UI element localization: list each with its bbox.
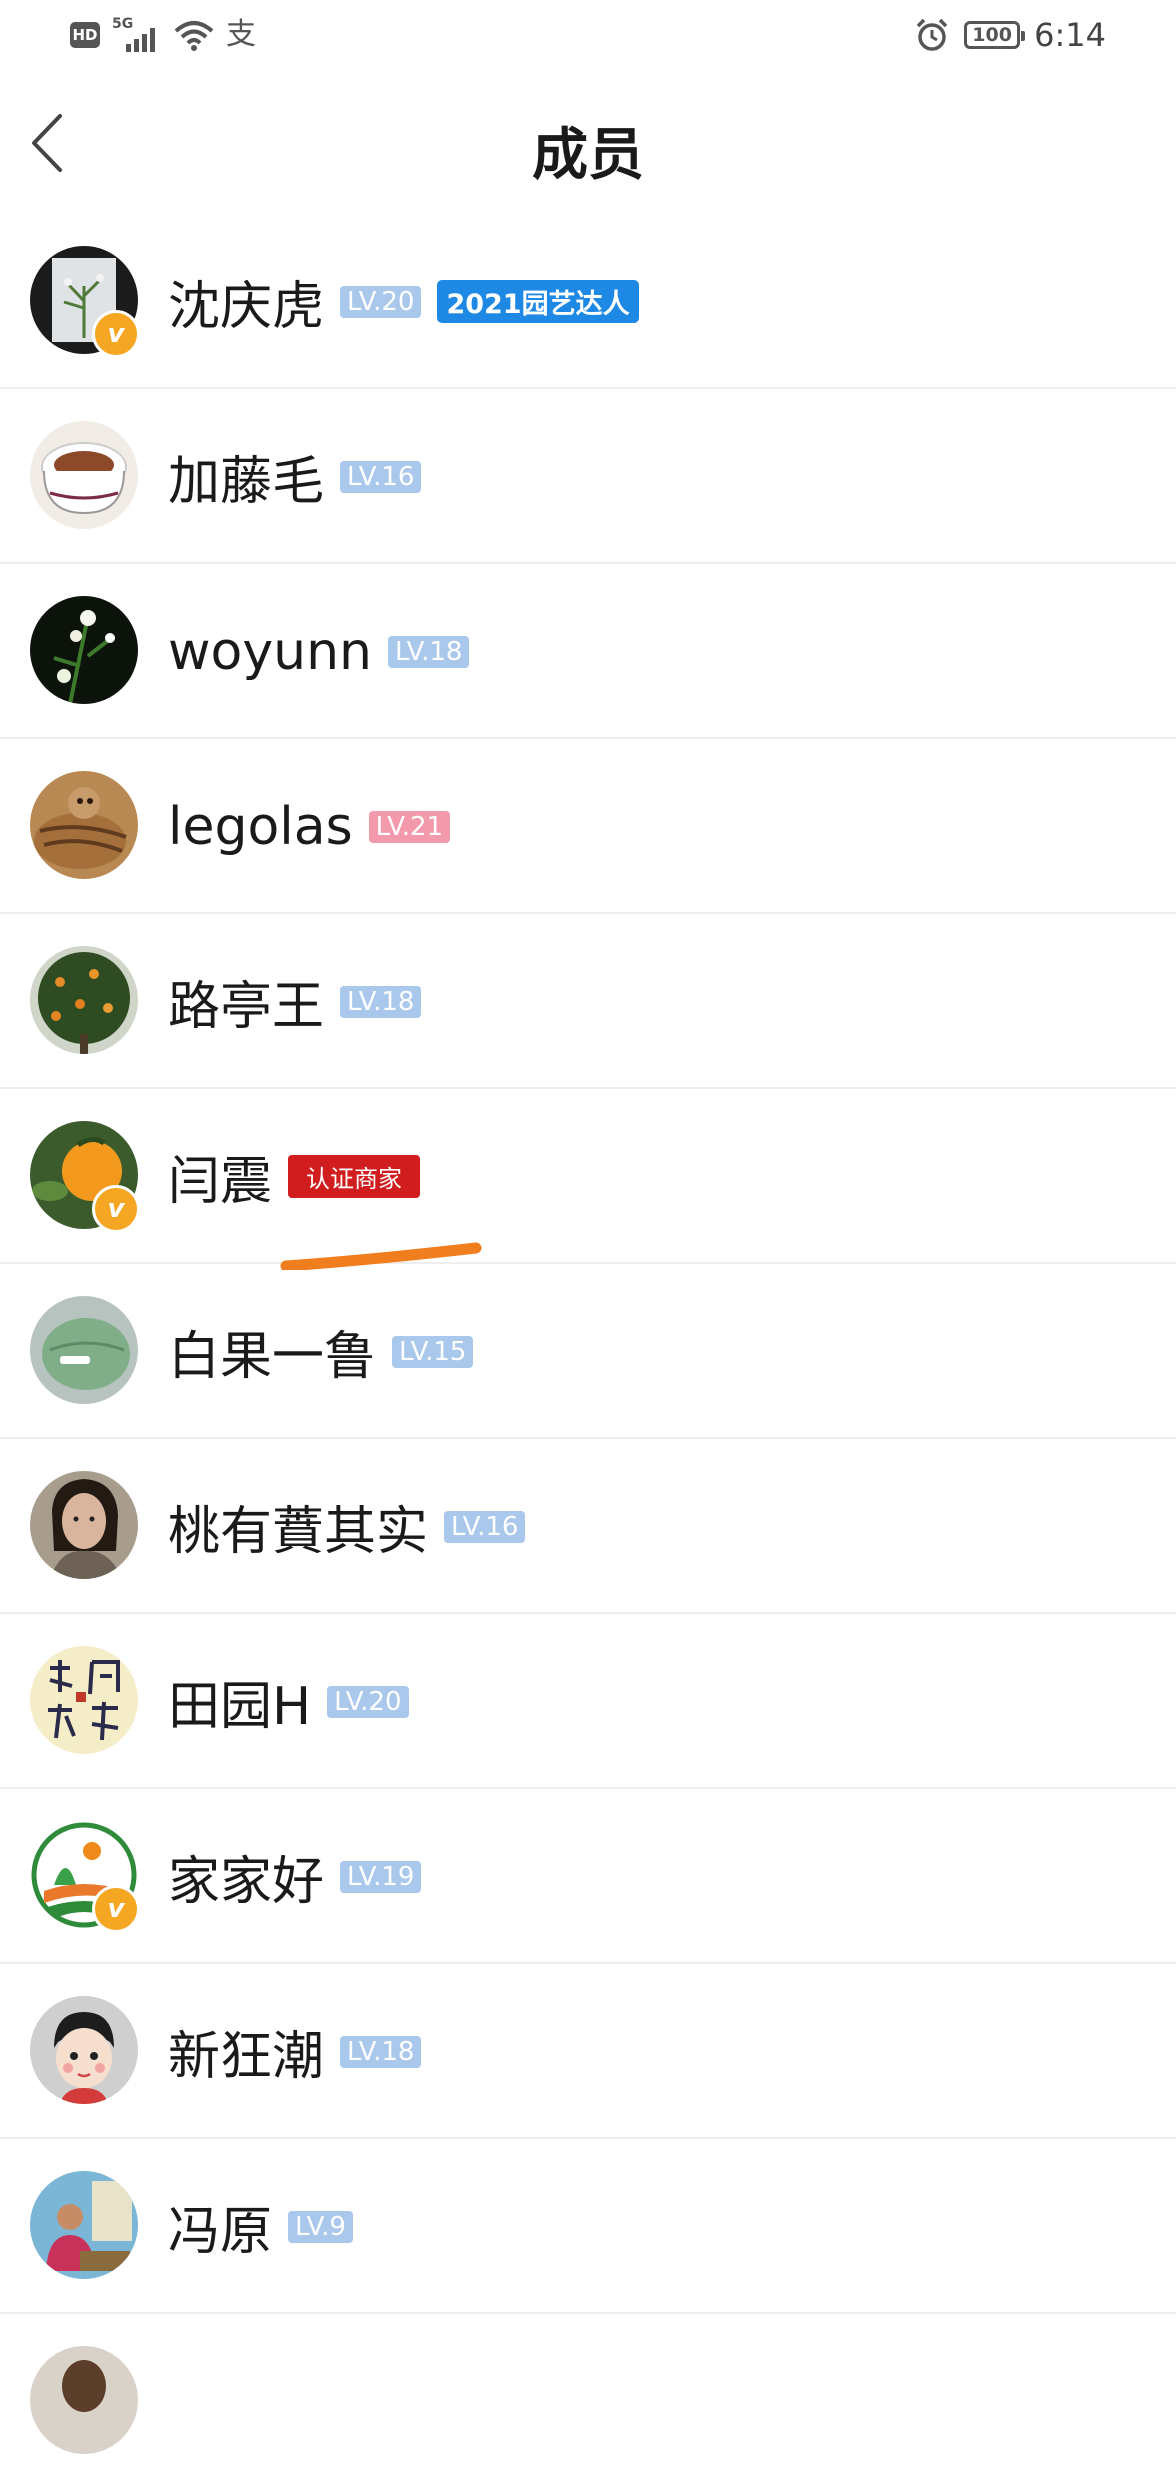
wifi-icon [174,21,214,51]
hd-badge: HD [70,22,100,48]
member-name: 加藤毛 [168,452,325,512]
alipay-icon: 支 [226,17,256,52]
member-name: 桃有蕡其实 [168,1502,429,1562]
level-badge: LV.18 [340,985,422,1018]
level-badge: LV.19 [340,1860,422,1893]
member-list: v 沈庆虎 LV.20 2021园艺达人 加藤毛 LV.16 woyunn LV… [0,214,1176,2489]
member-name: 冯原 [168,2202,273,2262]
member-row[interactable]: 桃有蕡其实 LV.16 [0,1439,1176,1614]
avatar[interactable] [30,1296,138,1404]
level-badge: LV.18 [340,2035,422,2068]
member-row[interactable]: v 闫震 认证商家 [0,1089,1176,1264]
avatar[interactable] [30,1646,138,1754]
member-name: 闫震 [168,1152,273,1212]
battery-level: 100 [972,24,1012,46]
member-name: 田园H [168,1677,312,1737]
member-row[interactable]: 路亭王 LV.18 [0,914,1176,1089]
member-row[interactable]: v 沈庆虎 LV.20 2021园艺达人 [0,214,1176,389]
member-name: 路亭王 [168,977,325,1037]
level-badge: LV.15 [392,1335,474,1368]
avatar[interactable] [30,771,138,879]
member-name: 新狂潮 [168,2027,325,2087]
avatar[interactable] [30,1471,138,1579]
level-badge: LV.20 [340,285,422,318]
avatar[interactable] [30,2346,138,2454]
signal-icon: 5G [112,16,162,52]
annotation-underline [280,1242,482,1270]
level-badge: LV.16 [340,460,422,493]
achievement-badge: 2021园艺达人 [437,280,639,323]
member-name: woyunn [168,621,372,682]
clock: 6:14 [1034,16,1106,54]
avatar[interactable] [30,421,138,529]
member-name: 白果一鲁 [168,1327,377,1387]
verified-v-icon: v [92,1185,140,1233]
status-bar: HD 5G 支 100 6:14 [0,0,1176,72]
level-badge: LV.21 [368,810,451,843]
battery-icon: 100 [964,21,1026,49]
member-row[interactable]: v 家家好 LV.19 [0,1789,1176,1964]
avatar[interactable] [30,2171,138,2279]
member-row[interactable]: woyunn LV.18 [0,564,1176,739]
level-badge: LV.16 [444,1510,526,1543]
member-name: legolas [168,796,353,857]
level-badge: LV.20 [327,1685,409,1718]
avatar[interactable] [30,596,138,704]
member-name: 沈庆虎 [168,277,325,337]
member-row[interactable]: 冯原 LV.9 [0,2139,1176,2314]
level-badge: LV.18 [388,635,470,668]
level-badge: LV.9 [288,2210,353,2243]
member-name: 家家好 [168,1852,325,1912]
header: 成员 [0,90,1176,200]
alarm-icon [916,18,948,51]
avatar[interactable] [30,1996,138,2104]
member-row-partial[interactable] [0,2314,1176,2489]
member-row[interactable]: 加藤毛 LV.16 [0,389,1176,564]
member-row[interactable]: legolas LV.21 [0,739,1176,914]
member-row[interactable]: 田园H LV.20 [0,1614,1176,1789]
verified-v-icon: v [92,310,140,358]
status-right: 100 6:14 [914,16,1106,54]
merchant-badge: 认证商家 [288,1155,421,1198]
avatar[interactable] [30,946,138,1054]
member-row[interactable]: 白果一鲁 LV.15 [0,1264,1176,1439]
status-left: HD 5G 支 [70,16,256,52]
verified-v-icon: v [92,1885,140,1933]
member-row[interactable]: 新狂潮 LV.18 [0,1964,1176,2139]
page-title: 成员 [532,123,644,188]
